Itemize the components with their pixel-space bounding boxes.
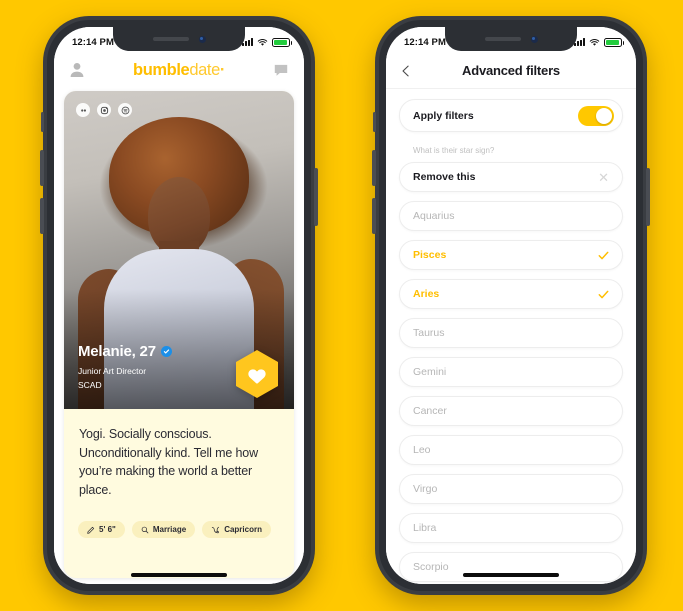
- option-taurus[interactable]: Taurus: [399, 318, 623, 348]
- phone-device-left: 12:14 PM bumbledate· Melanie, 27 Junior …: [40, 16, 318, 595]
- volume-down-button[interactable]: [372, 198, 376, 234]
- profile-info: Melanie, 27 Junior Art Director SCAD: [78, 343, 172, 391]
- star-sign-section-label: What is their star sign?: [413, 146, 495, 155]
- earpiece-speaker: [152, 37, 189, 41]
- silent-switch[interactable]: [373, 112, 376, 132]
- magnifier-icon: [141, 526, 149, 533]
- silent-switch[interactable]: [41, 112, 44, 132]
- apply-filters-toggle[interactable]: [578, 105, 614, 126]
- option-aquarius[interactable]: Aquarius: [399, 201, 623, 231]
- wifi-icon: [589, 38, 600, 46]
- front-camera: [530, 35, 538, 43]
- status-time: 12:14 PM: [72, 36, 114, 48]
- person-icon[interactable]: [68, 61, 86, 79]
- profile-job: Junior Art Director: [78, 366, 147, 377]
- option-label: Scorpio: [413, 561, 449, 573]
- close-x-icon[interactable]: ✕: [598, 171, 609, 184]
- option-scorpio[interactable]: Scorpio: [399, 552, 623, 582]
- profile-name: Melanie, 27: [78, 343, 156, 361]
- option-label: Taurus: [413, 327, 445, 339]
- option-label: Libra: [413, 522, 437, 534]
- bumble-date-logo: bumbledate·: [133, 61, 225, 80]
- volume-up-button[interactable]: [372, 150, 376, 186]
- profile-photo[interactable]: Melanie, 27 Junior Art Director SCAD: [64, 91, 294, 409]
- profile-bio-text: Yogi. Socially conscious. Unconditionall…: [79, 427, 258, 497]
- option-aries[interactable]: Aries: [399, 279, 623, 309]
- apply-filters-row[interactable]: Apply filters: [399, 99, 623, 132]
- nav-bar: Advanced filters: [386, 53, 636, 89]
- tag-zodiac[interactable]: Capricorn: [202, 521, 271, 538]
- phone-device-right: 12:14 PM Advanced filters Apply filters …: [372, 16, 650, 595]
- home-indicator-right[interactable]: [463, 573, 559, 577]
- logo-bumble: bumble: [133, 60, 190, 79]
- option-label: Gemini: [413, 366, 447, 378]
- profile-school: SCAD: [78, 379, 102, 390]
- phone-screen-left: 12:14 PM bumbledate· Melanie, 27 Junior …: [54, 27, 304, 584]
- profile-tags: 5' 6" Marriage Capricorn: [64, 499, 294, 538]
- tag-intent[interactable]: Marriage: [131, 521, 196, 538]
- option-gemini[interactable]: Gemini: [399, 357, 623, 387]
- profile-bio: Yogi. Socially conscious. Unconditionall…: [64, 409, 294, 499]
- option-pisces[interactable]: Pisces: [399, 240, 623, 270]
- height-ruler-icon: [87, 526, 95, 534]
- profile-name-row: Melanie, 27: [78, 343, 172, 360]
- tag-height[interactable]: 5' 6": [78, 521, 125, 538]
- zodiac-icon: [212, 526, 220, 533]
- option-label: Cancer: [413, 405, 447, 417]
- like-button[interactable]: [234, 349, 280, 399]
- status-time: 12:14 PM: [404, 36, 446, 48]
- photo-badges: [76, 103, 132, 117]
- option-label: Virgo: [413, 483, 438, 495]
- verified-check-icon: [160, 346, 172, 358]
- advanced-filters-screen: 12:14 PM Advanced filters Apply filters …: [386, 27, 636, 584]
- option-libra[interactable]: Libra: [399, 513, 623, 543]
- notch: [445, 27, 577, 51]
- logo-dot: ·: [219, 60, 226, 79]
- apply-filters-label: Apply filters: [413, 109, 474, 122]
- power-button[interactable]: [314, 168, 318, 226]
- chat-bubble-icon[interactable]: [272, 61, 290, 79]
- option-cancer[interactable]: Cancer: [399, 396, 623, 426]
- front-camera: [198, 35, 206, 43]
- earpiece-speaker: [484, 37, 521, 41]
- option-label: Pisces: [413, 249, 447, 261]
- wifi-icon: [257, 38, 268, 46]
- instagram-icon[interactable]: [97, 103, 111, 117]
- volume-down-button[interactable]: [40, 198, 44, 234]
- option-label: Aquarius: [413, 210, 455, 222]
- profile-card[interactable]: Melanie, 27 Junior Art Director SCAD Yog…: [64, 91, 294, 578]
- option-virgo[interactable]: Virgo: [399, 474, 623, 504]
- battery-icon: [604, 37, 624, 47]
- option-remove-this[interactable]: Remove this ✕: [399, 162, 623, 192]
- battery-icon: [272, 37, 292, 47]
- notch: [113, 27, 245, 51]
- check-icon: [598, 290, 609, 298]
- tag-zodiac-label: Capricorn: [224, 525, 262, 534]
- option-label: Leo: [413, 444, 431, 456]
- home-indicator-left[interactable]: [131, 573, 227, 577]
- spotify-icon[interactable]: [118, 103, 132, 117]
- photo-verified-icon[interactable]: [76, 103, 90, 117]
- bumble-date-app: 12:14 PM bumbledate· Melanie, 27 Junior …: [54, 27, 304, 584]
- check-icon: [598, 251, 609, 259]
- tag-height-label: 5' 6": [99, 525, 116, 534]
- page-title: Advanced filters: [462, 63, 560, 78]
- app-header-left: bumbledate·: [54, 53, 304, 87]
- logo-date: date: [189, 60, 220, 79]
- tag-intent-label: Marriage: [152, 525, 187, 534]
- power-button[interactable]: [646, 168, 650, 226]
- option-leo[interactable]: Leo: [399, 435, 623, 465]
- phone-screen-right: 12:14 PM Advanced filters Apply filters …: [386, 27, 636, 584]
- option-label: Aries: [413, 288, 440, 300]
- volume-up-button[interactable]: [40, 150, 44, 186]
- filters-list: Apply filters What is their star sign? R…: [386, 89, 636, 584]
- option-label: Remove this: [413, 171, 476, 183]
